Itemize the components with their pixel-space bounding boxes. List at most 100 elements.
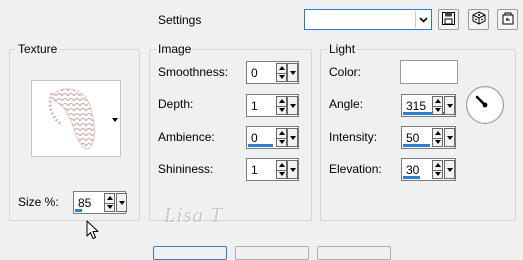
pinecone-texture-icon — [48, 88, 95, 150]
arrow-up-icon — [278, 163, 285, 168]
decrement-button[interactable] — [433, 105, 442, 115]
arrow-down-icon — [278, 108, 285, 113]
intensity-spinbox[interactable]: 50 — [401, 126, 456, 149]
increment-button[interactable] — [433, 161, 442, 170]
ambience-label: Ambience: — [158, 130, 215, 144]
increment-button[interactable] — [105, 194, 114, 203]
caret-down-icon — [446, 103, 453, 108]
arrow-down-icon — [106, 205, 113, 210]
intensity-stepper[interactable] — [432, 128, 443, 147]
arrow-down-icon — [278, 172, 285, 177]
decrement-button[interactable] — [105, 202, 114, 212]
elevation-spinbox[interactable]: 30 — [401, 158, 456, 181]
caret-down-icon — [446, 167, 453, 172]
increment-button[interactable] — [433, 129, 442, 138]
shininess-dropdown-button[interactable] — [287, 160, 298, 179]
texture-dropdown-button[interactable] — [112, 118, 118, 122]
depth-spinbox[interactable]: 1 — [246, 94, 299, 117]
smoothness-dropdown-button[interactable] — [287, 63, 298, 82]
arrow-up-icon — [278, 99, 285, 104]
randomize-button[interactable] — [468, 9, 489, 30]
watermark-signature: Lisa T — [164, 203, 224, 227]
increment-button[interactable] — [277, 97, 286, 106]
shininess-spinbox[interactable]: 1 — [246, 158, 299, 181]
ambience-value: 0 — [251, 131, 258, 145]
decrement-button[interactable] — [277, 105, 286, 115]
angle-dial-needle-icon — [475, 95, 488, 108]
size-stepper[interactable] — [104, 193, 115, 212]
size-spinbox[interactable]: 85 — [73, 191, 127, 214]
elevation-dropdown-button[interactable] — [444, 160, 455, 179]
save-icon — [442, 11, 455, 28]
mouse-cursor-icon — [86, 220, 100, 243]
caret-down-icon — [289, 167, 296, 172]
texture-group-label: Texture — [16, 42, 60, 56]
ambience-dropdown-button[interactable] — [287, 128, 298, 147]
cancel-button[interactable] — [235, 246, 309, 260]
smoothness-value: 0 — [251, 66, 258, 80]
depth-value: 1 — [251, 99, 258, 113]
reset-button[interactable] — [497, 9, 518, 30]
caret-down-icon — [112, 118, 118, 122]
decrement-button[interactable] — [277, 72, 286, 82]
dialog-title: Settings — [158, 13, 202, 27]
arrow-down-icon — [434, 140, 441, 145]
caret-down-icon — [446, 135, 453, 140]
arrow-up-icon — [278, 131, 285, 136]
ambience-stepper[interactable] — [276, 128, 287, 147]
intensity-dropdown-button[interactable] — [444, 128, 455, 147]
decrement-button[interactable] — [277, 169, 286, 179]
arrow-up-icon — [278, 66, 285, 71]
angle-label: Angle: — [329, 97, 364, 111]
smoothness-label: Smoothness: — [158, 65, 229, 79]
arrow-down-icon — [278, 75, 285, 80]
elevation-stepper[interactable] — [432, 160, 443, 179]
angle-spinbox[interactable]: 315 — [401, 94, 456, 117]
arrow-up-icon — [434, 131, 441, 136]
color-label: Color: — [329, 65, 362, 79]
shininess-stepper[interactable] — [276, 160, 287, 179]
depth-stepper[interactable] — [276, 96, 287, 115]
decrement-button[interactable] — [433, 137, 442, 147]
chevron-down-icon[interactable] — [415, 11, 430, 28]
size-dropdown-button[interactable] — [116, 193, 127, 212]
angle-dial[interactable] — [466, 86, 504, 124]
save-preset-button[interactable] — [438, 9, 459, 30]
size-label: Size %: — [18, 195, 59, 209]
decrement-button[interactable] — [277, 137, 286, 147]
ambience-spinbox[interactable]: 0 — [246, 126, 299, 149]
angle-value: 315 — [406, 99, 427, 113]
arrow-up-icon — [106, 196, 113, 201]
caret-down-icon — [289, 135, 296, 140]
reset-icon — [501, 11, 515, 28]
intensity-label: Intensity: — [329, 130, 378, 144]
angle-dropdown-button[interactable] — [444, 96, 455, 115]
randomize-dice-icon — [472, 11, 486, 28]
ok-button[interactable] — [153, 246, 227, 260]
smoothness-stepper[interactable] — [276, 63, 287, 82]
help-button[interactable] — [317, 246, 391, 260]
size-level-bar — [75, 209, 82, 212]
light-color-swatch[interactable] — [400, 60, 458, 84]
arrow-up-icon — [434, 163, 441, 168]
arrow-up-icon — [434, 99, 441, 104]
increment-button[interactable] — [277, 64, 286, 73]
arrow-down-icon — [434, 172, 441, 177]
size-value: 85 — [78, 196, 92, 210]
decrement-button[interactable] — [433, 169, 442, 179]
depth-dropdown-button[interactable] — [287, 96, 298, 115]
texture-preview[interactable] — [31, 80, 121, 157]
light-group-label: Light — [327, 42, 358, 56]
caret-down-icon — [289, 103, 296, 108]
elevation-value: 30 — [406, 163, 420, 177]
ambience-level-bar — [248, 144, 273, 147]
increment-button[interactable] — [277, 161, 286, 170]
elevation-level-bar — [403, 176, 420, 179]
smoothness-spinbox[interactable]: 0 — [246, 61, 299, 84]
arrow-down-icon — [434, 108, 441, 113]
increment-button[interactable] — [433, 97, 442, 106]
preset-dropdown[interactable] — [304, 9, 432, 30]
increment-button[interactable] — [277, 129, 286, 138]
angle-stepper[interactable] — [432, 96, 443, 115]
elevation-label: Elevation: — [329, 162, 382, 176]
